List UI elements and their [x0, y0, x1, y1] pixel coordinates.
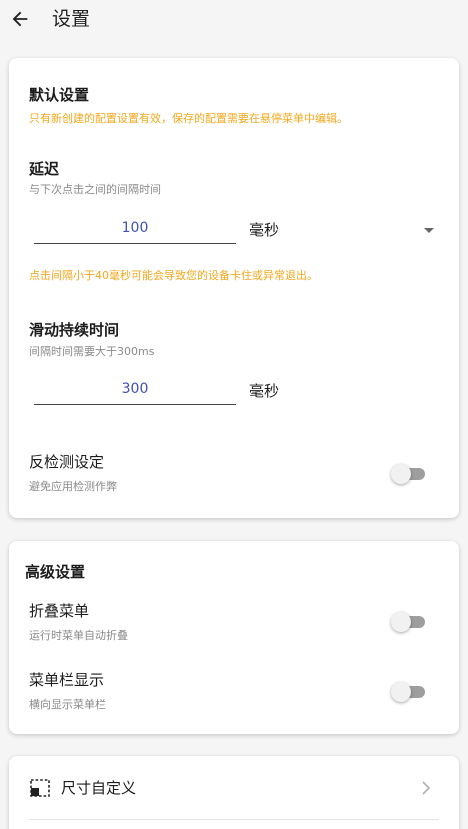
custom-size-label: 尺寸自定义: [61, 779, 137, 797]
delay-unit-dropdown-icon[interactable]: [424, 228, 434, 233]
default-settings-card: 默认设置 只有新创建的配置设置有效，保存的配置需要在悬停菜单中编辑。 延迟 与下…: [9, 58, 459, 518]
swipe-duration-label: 滑动持续时间: [29, 321, 120, 339]
menubar-display-label: 菜单栏显示: [29, 671, 105, 689]
divider: [29, 819, 439, 820]
anti-detection-label: 反检测设定: [29, 453, 105, 471]
delay-input[interactable]: [34, 214, 236, 242]
delay-description: 与下次点击之间的间隔时间: [29, 183, 161, 196]
advanced-settings-card: 高级设置 折叠菜单 运行时菜单自动折叠 菜单栏显示 横向显示菜单栏: [9, 541, 459, 734]
top-bar: 设置: [0, 0, 468, 40]
default-settings-title: 默认设置: [29, 86, 90, 104]
menubar-display-description: 横向显示菜单栏: [29, 698, 106, 711]
arrow-left-icon[interactable]: [9, 8, 31, 30]
page-title: 设置: [52, 8, 91, 30]
advanced-settings-title: 高级设置: [25, 563, 86, 581]
menubar-display-toggle[interactable]: [391, 681, 427, 703]
swipe-duration-description: 间隔时间需要大于300ms: [29, 345, 155, 358]
swipe-duration-input[interactable]: [34, 375, 236, 403]
swipe-duration-field: [34, 375, 236, 405]
delay-field: [34, 214, 236, 244]
delay-unit: 毫秒: [249, 221, 280, 239]
delay-label: 延迟: [29, 160, 60, 178]
anti-detection-toggle[interactable]: [391, 463, 427, 485]
collapse-menu-toggle[interactable]: [391, 611, 427, 633]
swipe-duration-unit: 毫秒: [249, 382, 280, 400]
delay-warning: 点击间隔小于40毫秒可能会导致您的设备卡住或异常退出。: [29, 269, 318, 282]
resize-frame-icon: [30, 779, 50, 797]
default-settings-notice: 只有新创建的配置设置有效，保存的配置需要在悬停菜单中编辑。: [29, 112, 348, 125]
collapse-menu-description: 运行时菜单自动折叠: [29, 629, 128, 642]
collapse-menu-label: 折叠菜单: [29, 602, 90, 620]
chevron-right-icon: [422, 781, 431, 795]
anti-detection-description: 避免应用检测作弊: [29, 480, 117, 493]
custom-size-card[interactable]: 尺寸自定义: [9, 756, 459, 829]
